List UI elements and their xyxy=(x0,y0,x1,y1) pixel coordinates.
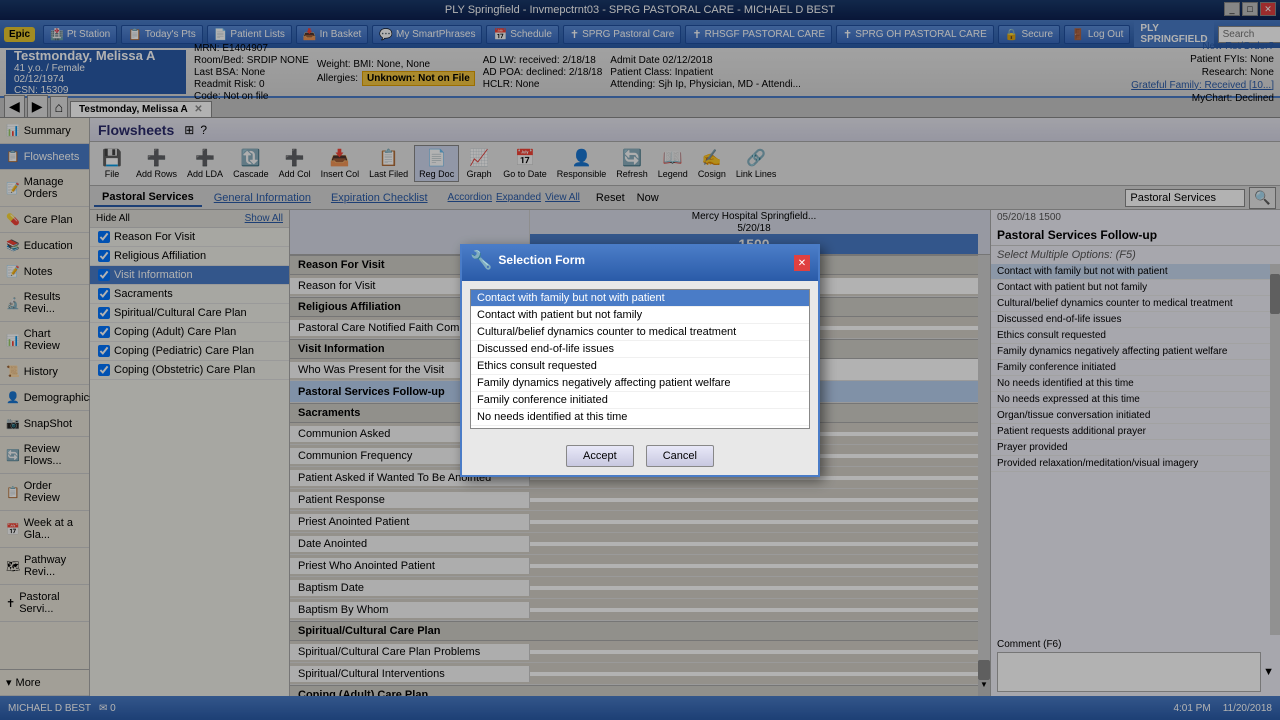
dialog-icon: 🔧 xyxy=(470,250,492,271)
dialog-buttons: Accept Cancel xyxy=(462,437,818,475)
dialog-item-7[interactable]: No needs identified at this time xyxy=(471,409,809,426)
dialog-body: Contact with family but not with patient… xyxy=(462,281,818,437)
dialog-item-2[interactable]: Cultural/belief dynamics counter to medi… xyxy=(471,324,809,341)
dialog-title-text: Selection Form xyxy=(498,253,585,267)
selection-dialog: 🔧 Selection Form ✕ Contact with family b… xyxy=(460,244,820,477)
dialog-cancel-btn[interactable]: Cancel xyxy=(646,445,714,467)
dialog-item-6[interactable]: Family conference initiated xyxy=(471,392,809,409)
dialog-accept-btn[interactable]: Accept xyxy=(566,445,634,467)
dialog-overlay: 🔧 Selection Form ✕ Contact with family b… xyxy=(0,0,1280,720)
dialog-item-3[interactable]: Discussed end-of-life issues xyxy=(471,341,809,358)
dialog-list: Contact with family but not with patient… xyxy=(470,289,810,429)
dialog-close-btn[interactable]: ✕ xyxy=(794,255,810,271)
dialog-title-bar: 🔧 Selection Form ✕ xyxy=(462,246,818,281)
dialog-item-5[interactable]: Family dynamics negatively affecting pat… xyxy=(471,375,809,392)
dialog-item-4[interactable]: Ethics consult requested xyxy=(471,358,809,375)
dialog-item-1[interactable]: Contact with patient but not family xyxy=(471,307,809,324)
dialog-item-0[interactable]: Contact with family but not with patient xyxy=(471,290,809,307)
